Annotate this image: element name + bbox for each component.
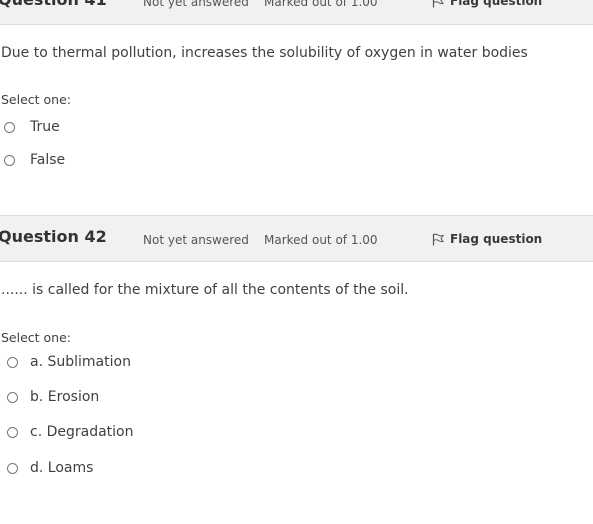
question-42-option-c[interactable]: c. Degradation <box>7 424 134 440</box>
radio-button[interactable] <box>7 356 18 368</box>
question-42-option-b[interactable]: b. Erosion <box>7 389 99 405</box>
question-41-select-prompt: Select one: <box>1 92 72 107</box>
radio-button[interactable] <box>7 426 18 438</box>
question-41-marks: Marked out of 1.00 <box>264 0 378 9</box>
question-42-flag-label: Flag question <box>450 232 543 246</box>
radio-button[interactable] <box>7 462 18 474</box>
radio-button[interactable] <box>7 391 18 403</box>
question-41-flag-button[interactable]: Flag question <box>432 0 542 8</box>
question-41-title: Question 41 <box>0 0 107 9</box>
question-42-marks: Marked out of 1.00 <box>264 233 378 247</box>
radio-button[interactable] <box>4 121 15 133</box>
option-label: True <box>30 119 60 135</box>
question-42-flag-button[interactable]: Flag question <box>432 232 542 246</box>
question-41-header: Question 41 Not yet answered Marked out … <box>0 0 593 25</box>
question-41-status: Not yet answered <box>143 0 249 9</box>
flag-icon <box>432 0 444 7</box>
question-42-option-d[interactable]: d. Loams <box>7 460 93 476</box>
flag-icon <box>432 233 444 245</box>
question-42-title: Question 42 <box>0 227 107 246</box>
option-label: a. Sublimation <box>30 354 131 370</box>
question-41-option-false[interactable]: False <box>4 152 65 168</box>
question-41-option-true[interactable]: True <box>4 119 60 135</box>
option-label: d. Loams <box>30 460 94 476</box>
option-label: False <box>30 152 66 168</box>
question-41-flag-label: Flag question <box>450 0 543 8</box>
question-42-text: ...... is called for the mixture of all … <box>1 282 409 298</box>
question-42-header: Question 42 Not yet answered Marked out … <box>0 215 593 262</box>
option-label: b. Erosion <box>30 389 100 405</box>
radio-button[interactable] <box>4 154 15 166</box>
question-41-text: Due to thermal pollution, increases the … <box>1 45 528 61</box>
question-42-select-prompt: Select one: <box>1 330 72 345</box>
option-label: c. Degradation <box>30 424 134 440</box>
question-42-status: Not yet answered <box>143 233 249 247</box>
question-42-option-a[interactable]: a. Sublimation <box>7 354 131 370</box>
